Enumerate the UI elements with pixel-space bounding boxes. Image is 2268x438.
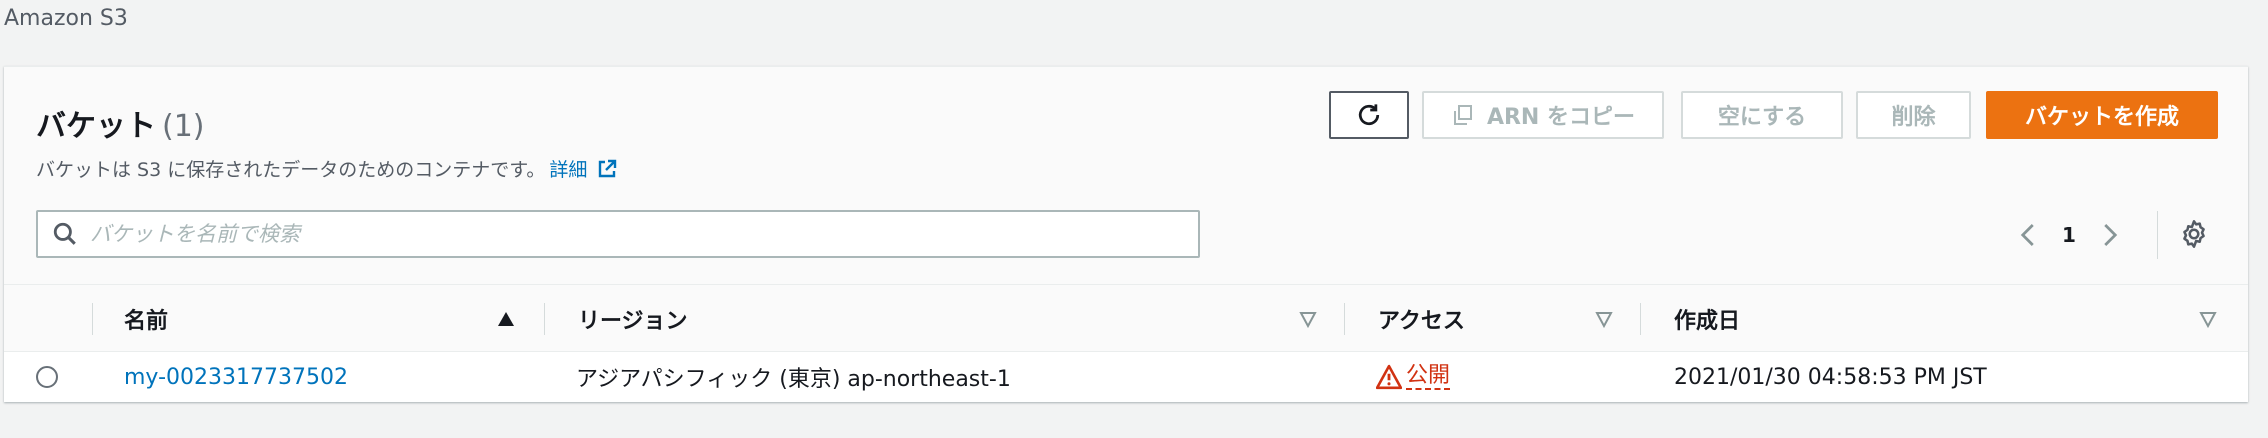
bucket-name-cell: my-0023317737502 bbox=[124, 352, 348, 402]
column-label: 作成日 bbox=[1674, 309, 1741, 334]
copy-icon bbox=[1453, 105, 1472, 125]
sort-icon[interactable] bbox=[2198, 309, 2218, 329]
search-input[interactable] bbox=[90, 222, 1170, 246]
chevron-left-icon[interactable] bbox=[2014, 220, 2044, 250]
column-divider bbox=[92, 303, 93, 335]
search-box[interactable] bbox=[36, 210, 1200, 258]
delete-label: 削除 bbox=[1891, 105, 1936, 130]
sort-ascending-icon[interactable] bbox=[496, 309, 516, 329]
page-title-text: バケット bbox=[36, 109, 156, 144]
page-title: バケット (1) bbox=[36, 101, 205, 145]
copy-arn-button[interactable]: ARN をコピー bbox=[1422, 91, 1664, 139]
region-text: アジアパシフィック (東京) ap-northeast-1 bbox=[576, 367, 1011, 392]
delete-button[interactable]: 削除 bbox=[1856, 91, 1971, 139]
buckets-panel: バケット (1) バケットは S3 に保存されたデータのためのコンテナです。 詳細… bbox=[4, 66, 2248, 402]
column-header-name[interactable]: 名前 bbox=[124, 285, 168, 353]
page-number[interactable]: 1 bbox=[2062, 223, 2076, 247]
table-header: 名前 リージョン アクセス 作成日 bbox=[4, 284, 2248, 352]
row-radio[interactable] bbox=[36, 366, 58, 388]
row-select-cell bbox=[36, 352, 58, 402]
gear-icon[interactable] bbox=[2178, 218, 2210, 250]
external-link-icon[interactable] bbox=[595, 157, 619, 181]
sort-icon[interactable] bbox=[1594, 309, 1614, 329]
create-bucket-button[interactable]: バケットを作成 bbox=[1986, 91, 2218, 139]
search-icon bbox=[53, 222, 76, 245]
refresh-icon bbox=[1358, 104, 1380, 126]
refresh-button[interactable] bbox=[1329, 91, 1409, 139]
column-divider bbox=[1640, 303, 1641, 335]
access-cell: 公開 bbox=[1376, 352, 1451, 402]
table-row[interactable]: my-0023317737502 アジアパシフィック (東京) ap-north… bbox=[4, 352, 2248, 402]
chevron-right-icon[interactable] bbox=[2094, 220, 2124, 250]
bucket-name-link[interactable]: my-0023317737502 bbox=[124, 365, 348, 390]
pagination: 1 bbox=[2014, 217, 2124, 253]
bucket-count: (1) bbox=[162, 109, 205, 144]
empty-button[interactable]: 空にする bbox=[1681, 91, 1843, 139]
column-header-region[interactable]: リージョン bbox=[578, 285, 688, 353]
description-text: バケットは S3 に保存されたデータのためのコンテナです。 bbox=[36, 159, 546, 181]
created-cell: 2021/01/30 04:58:53 PM JST bbox=[1674, 352, 1987, 402]
page-description: バケットは S3 に保存されたデータのためのコンテナです。 詳細 bbox=[36, 155, 619, 182]
create-bucket-label: バケットを作成 bbox=[2024, 105, 2179, 130]
breadcrumb[interactable]: Amazon S3 bbox=[4, 6, 128, 31]
column-label: アクセス bbox=[1378, 309, 1465, 334]
sort-icon[interactable] bbox=[1298, 309, 1318, 329]
column-divider bbox=[1344, 303, 1345, 335]
column-header-access[interactable]: アクセス bbox=[1378, 285, 1465, 353]
created-text: 2021/01/30 04:58:53 PM JST bbox=[1674, 364, 1987, 390]
access-status[interactable]: 公開 bbox=[1376, 363, 1451, 391]
column-label: 名前 bbox=[124, 309, 169, 334]
region-cell: アジアパシフィック (東京) ap-northeast-1 bbox=[576, 352, 1011, 402]
pager-divider bbox=[2157, 211, 2158, 259]
column-divider bbox=[544, 303, 545, 335]
panel-header: バケット (1) バケットは S3 に保存されたデータのためのコンテナです。 詳細… bbox=[4, 67, 2248, 284]
empty-label: 空にする bbox=[1717, 105, 1807, 130]
warning-icon bbox=[1376, 364, 1402, 390]
details-link[interactable]: 詳細 bbox=[549, 155, 587, 182]
copy-arn-label: ARN をコピー bbox=[1486, 105, 1636, 130]
column-header-created[interactable]: 作成日 bbox=[1674, 285, 1740, 353]
column-label: リージョン bbox=[578, 309, 688, 334]
access-label: 公開 bbox=[1406, 363, 1451, 391]
